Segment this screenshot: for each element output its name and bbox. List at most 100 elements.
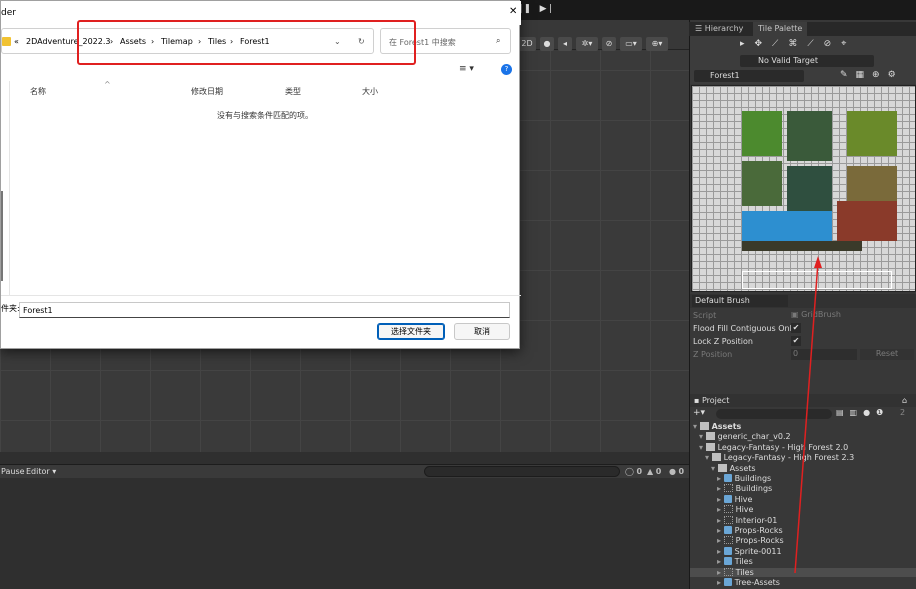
sprite-icon xyxy=(723,536,733,545)
tree-item[interactable]: ▸ Sprite-0011 xyxy=(717,546,782,556)
nav-scrollbar[interactable] xyxy=(1,191,3,281)
pause-toggle[interactable]: Pause xyxy=(1,467,25,476)
tree-item-label: Props-Rocks xyxy=(735,536,784,546)
tree-item[interactable]: ▸ Buildings xyxy=(717,474,771,483)
tree-item-label: generic_char_v0.2 xyxy=(717,432,791,442)
tool-icons[interactable]: ▸✥⟋⌘⟋⊘⌖ xyxy=(740,39,856,49)
tab-hierarchy[interactable]: ☰ Hierarchy xyxy=(695,24,743,33)
select-folder-button[interactable]: 选择文件夹 xyxy=(377,323,445,340)
view-options-icon[interactable]: ≡ ▾ xyxy=(459,64,474,74)
audio-icon[interactable]: ◂ xyxy=(558,37,572,51)
script-field: ▣ GridBrush xyxy=(791,310,841,319)
folder-label: 件夹: xyxy=(1,304,20,313)
prefab-icon xyxy=(723,494,732,503)
tile-group[interactable] xyxy=(787,111,832,161)
folder-name-input[interactable]: Forest1 xyxy=(19,302,510,318)
error-count-value: 0 xyxy=(678,467,685,476)
nav-pane-edge[interactable] xyxy=(1,81,9,291)
sprite-icon xyxy=(723,484,733,493)
project-tab[interactable]: ▪ Project xyxy=(694,396,729,405)
gizmos-icon[interactable]: ⊕▾ xyxy=(646,37,668,51)
tree-item-label: Tree-Assets xyxy=(734,578,780,587)
z-position-field[interactable]: 0 xyxy=(791,349,857,360)
lighting-icon[interactable]: ● xyxy=(540,37,554,51)
tree-item[interactable]: ▾ Legacy-Fantasy - High Forest 2.0 xyxy=(699,442,848,452)
breadcrumb-prefix[interactable]: « xyxy=(14,37,19,46)
search-icon[interactable]: ⌕ xyxy=(496,36,500,46)
lock-icon[interactable]: ⌂ xyxy=(902,396,907,405)
column-size[interactable]: 大小 xyxy=(362,86,378,97)
column-type[interactable]: 类型 xyxy=(285,86,301,97)
prop-tiles[interactable] xyxy=(837,201,897,241)
empty-slot[interactable] xyxy=(742,271,892,289)
tree-item-label: Buildings xyxy=(734,474,772,483)
tree-item[interactable]: ▾ generic_char_v0.2 xyxy=(699,432,791,441)
tile-group[interactable] xyxy=(742,111,782,156)
tree-item[interactable]: ▸ Props-Rocks xyxy=(717,536,784,545)
folder-icon xyxy=(2,37,11,46)
tree-item-label: Tiles xyxy=(735,567,754,577)
info-count[interactable]: ◯ 0 xyxy=(625,467,642,476)
tree-item[interactable]: ▸ Hive xyxy=(717,505,753,514)
palette-edit-icons[interactable]: ✎▦⊕⚙ xyxy=(840,70,904,80)
tile-palette-grid[interactable] xyxy=(691,85,916,292)
tree-item[interactable]: ▸ Interior-01 xyxy=(717,515,777,525)
tree-item-label: Tiles xyxy=(734,557,753,567)
tree-item-label: Buildings xyxy=(735,484,773,494)
flood-fill-checkbox[interactable]: ✔ xyxy=(791,323,801,333)
play-controls[interactable]: ❚❚ ▶❘ xyxy=(516,4,554,14)
project-filter-icons[interactable]: ▤▥●❶ xyxy=(836,408,889,417)
sprite-icon xyxy=(723,515,733,524)
folder-icon xyxy=(699,422,709,430)
lock-z-label: Lock Z Position xyxy=(693,337,753,346)
tree-item[interactable]: ▸ Tree-Assets xyxy=(717,578,780,587)
expand-arrow-icon[interactable]: ▸ xyxy=(717,474,724,483)
project-toolbar: +▾ ▤▥●❶ 2 xyxy=(690,407,916,421)
tile-group[interactable] xyxy=(787,166,832,211)
palette-dropdown[interactable]: Forest1 xyxy=(694,70,804,82)
project-search-input[interactable] xyxy=(716,409,832,419)
camera-icon[interactable]: ▭▾ xyxy=(620,37,642,51)
lock-z-checkbox[interactable]: ✔ xyxy=(791,336,801,346)
warn-count-value: 0 xyxy=(655,467,662,476)
expand-arrow-icon[interactable]: ▸ xyxy=(717,526,724,535)
create-button[interactable]: +▾ xyxy=(693,408,705,418)
column-modified[interactable]: 修改日期 xyxy=(191,86,223,97)
console-search-input[interactable] xyxy=(424,466,620,477)
expand-arrow-icon[interactable]: ▸ xyxy=(717,557,724,566)
water-tiles[interactable] xyxy=(742,211,832,241)
expand-arrow-icon[interactable]: ▸ xyxy=(717,547,724,556)
tree-item[interactable]: ▾ Assets xyxy=(693,422,741,431)
active-target-dropdown[interactable]: No Valid Target xyxy=(740,55,874,67)
tree-item[interactable]: ▸ Tiles xyxy=(717,557,753,566)
prefab-icon xyxy=(723,546,732,555)
tree-item[interactable]: ▸ Tiles xyxy=(690,567,916,577)
folder-name-value: Forest1 xyxy=(23,306,53,315)
expand-arrow-icon[interactable]: ▸ xyxy=(717,495,724,504)
reset-button[interactable]: Reset xyxy=(860,349,914,360)
tree-item[interactable]: ▾ Assets xyxy=(711,463,756,473)
screen: ❚❚ ▶❘ 2D ● ◂ ✲▾ ⊘ ▭▾ ⊕▾ Pause Editor ▾ ◯… xyxy=(0,0,916,589)
brush-dropdown[interactable]: Default Brush xyxy=(692,295,788,307)
sort-icon: ^ xyxy=(104,80,111,89)
cancel-button[interactable]: 取消 xyxy=(454,323,510,340)
column-name[interactable]: 名称 xyxy=(30,86,46,97)
visibility-icon[interactable]: ⊘ xyxy=(602,37,616,51)
hidden-count: 2 xyxy=(900,408,906,417)
close-icon[interactable]: ✕ xyxy=(509,6,517,17)
tree-item[interactable]: ▾ Legacy-Fantasy - High Forest 2.3 xyxy=(705,453,854,462)
expand-arrow-icon[interactable]: ▸ xyxy=(717,578,724,587)
ground-tiles[interactable] xyxy=(742,241,862,251)
editor-dropdown[interactable]: Editor ▾ xyxy=(26,467,56,476)
warn-count[interactable]: ▲ 0 xyxy=(647,467,661,476)
error-count[interactable]: ● 0 xyxy=(669,467,684,476)
tree-item[interactable]: ▸ Hive xyxy=(717,494,752,504)
scene-2d-toggle[interactable]: 2D xyxy=(518,37,536,51)
tree-item[interactable]: ▸ Buildings xyxy=(717,484,772,493)
help-icon[interactable]: ? xyxy=(501,64,512,75)
effects-icon[interactable]: ✲▾ xyxy=(576,37,598,51)
tile-group[interactable] xyxy=(847,111,897,156)
tile-group[interactable] xyxy=(742,161,782,206)
tab-tile-palette[interactable]: Tile Palette xyxy=(753,22,808,36)
tree-item[interactable]: ▸ Props-Rocks xyxy=(717,526,783,535)
